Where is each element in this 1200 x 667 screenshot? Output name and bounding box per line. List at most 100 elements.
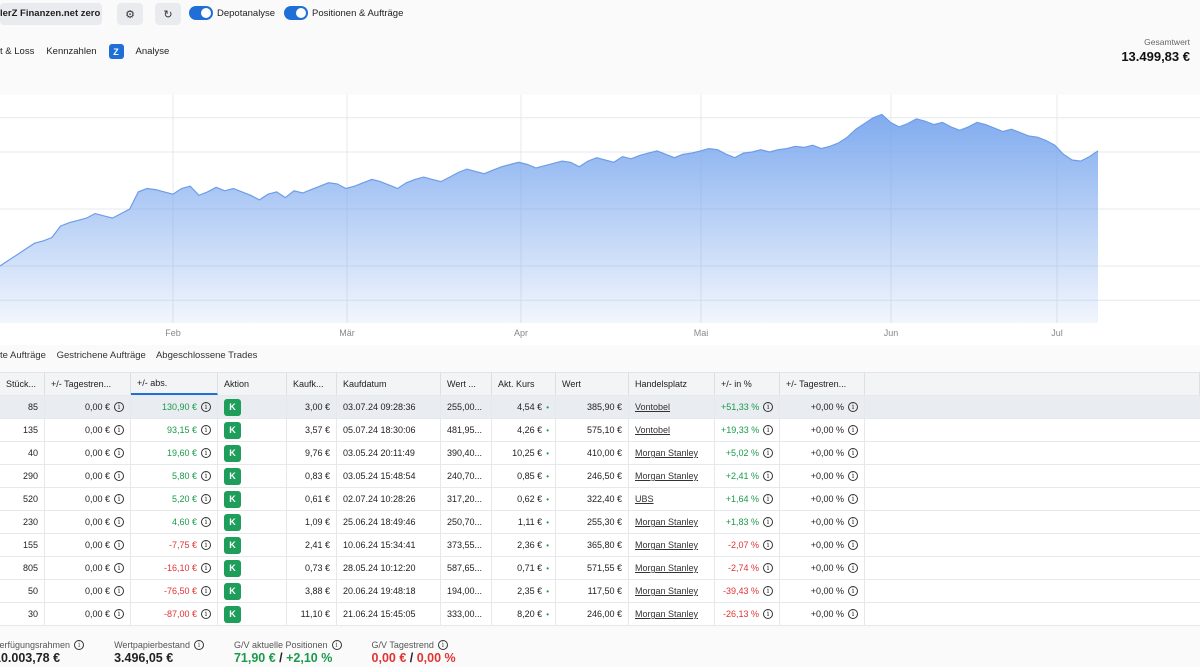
kaufen-button[interactable]: K xyxy=(224,559,241,577)
info-icon[interactable]: i xyxy=(201,425,211,435)
col-stueck[interactable]: Stück... xyxy=(0,373,45,395)
info-icon[interactable]: i xyxy=(114,402,124,412)
info-icon[interactable]: i xyxy=(201,540,211,550)
info-icon[interactable]: i xyxy=(848,540,858,550)
table-row[interactable]: 135 0,00 € i 93,15 € i K 3,57 € 05.07.24 18:30:… xyxy=(0,419,1200,442)
info-icon[interactable]: i xyxy=(437,640,448,650)
kaufkurs-value: 0,61 € xyxy=(304,494,330,504)
tab-kennzahlen[interactable]: Kennzahlen xyxy=(46,46,96,57)
col-abs[interactable]: +/- abs. xyxy=(131,373,218,395)
col-handelsplatz[interactable]: Handelsplatz xyxy=(629,373,715,395)
info-icon[interactable]: i xyxy=(114,563,124,573)
info-icon[interactable]: i xyxy=(114,494,124,504)
table-row[interactable]: 30 0,00 € i -87,00 € i K 11,10 € 21.06.24 15:45… xyxy=(0,603,1200,626)
info-icon[interactable]: i xyxy=(763,402,773,412)
info-icon[interactable]: i xyxy=(763,563,773,573)
info-icon[interactable]: i xyxy=(848,402,858,412)
col-kaufdatum[interactable]: Kaufdatum xyxy=(337,373,441,395)
kaufen-button[interactable]: K xyxy=(224,605,241,623)
table-row[interactable]: 50 0,00 € i -76,50 € i K 3,88 € 20.06.24 19:48:… xyxy=(0,580,1200,603)
handelsplatz-link[interactable]: Morgan Stanley xyxy=(635,471,698,481)
pct-value: +1,64 % xyxy=(725,494,759,504)
tab-gestrichene-auftraege[interactable]: Gestrichene Aufträge xyxy=(57,350,146,361)
tab-abgeschlossene-trades[interactable]: Abgeschlossene Trades xyxy=(156,350,257,361)
table-row[interactable]: 155 0,00 € i -7,75 € i K 2,41 € 10.06.24 15:34:… xyxy=(0,534,1200,557)
info-icon[interactable]: i xyxy=(848,563,858,573)
info-icon[interactable]: i xyxy=(201,517,211,527)
account-selector-button[interactable]: lerZ Finanzen.net zero xyxy=(0,3,102,25)
info-icon[interactable]: i xyxy=(763,425,773,435)
table-row[interactable]: 520 0,00 € i 5,20 € i K 0,61 € 02.07.24 10:28:2… xyxy=(0,488,1200,511)
live-dot-icon: • xyxy=(546,471,549,481)
table-row[interactable]: 805 0,00 € i -16,10 € i K 0,73 € 28.05.24 10:12… xyxy=(0,557,1200,580)
handelsplatz-link[interactable]: Morgan Stanley xyxy=(635,448,698,458)
info-icon[interactable]: i xyxy=(848,448,858,458)
kaufen-button[interactable]: K xyxy=(224,513,241,531)
settings-button[interactable]: ⚙ xyxy=(117,3,143,25)
info-icon[interactable]: i xyxy=(201,609,211,619)
kaufen-button[interactable]: K xyxy=(224,398,241,416)
col-aktion[interactable]: Aktion xyxy=(218,373,287,395)
depotanalyse-toggle[interactable] xyxy=(189,6,213,20)
info-icon[interactable]: i xyxy=(763,540,773,550)
col-kaufwert[interactable]: Wert ... xyxy=(441,373,492,395)
tab-offene-auftraege[interactable]: te Aufträge xyxy=(0,350,46,361)
info-icon[interactable]: i xyxy=(114,471,124,481)
col-pct[interactable]: +/- in % xyxy=(715,373,780,395)
kaufen-button[interactable]: K xyxy=(224,467,241,485)
info-icon[interactable]: i xyxy=(201,448,211,458)
info-icon[interactable]: i xyxy=(201,586,211,596)
info-icon[interactable]: i xyxy=(193,640,204,650)
info-icon[interactable]: i xyxy=(201,402,211,412)
info-icon[interactable]: i xyxy=(201,471,211,481)
info-icon[interactable]: i xyxy=(848,494,858,504)
table-row[interactable]: 290 0,00 € i 5,80 € i K 0,83 € 03.05.24 15:48:5… xyxy=(0,465,1200,488)
info-icon[interactable]: i xyxy=(848,425,858,435)
info-icon[interactable]: i xyxy=(763,609,773,619)
info-icon[interactable]: i xyxy=(114,448,124,458)
info-icon[interactable]: i xyxy=(114,586,124,596)
info-icon[interactable]: i xyxy=(114,517,124,527)
info-icon[interactable]: i xyxy=(848,471,858,481)
info-icon[interactable]: i xyxy=(848,517,858,527)
handelsplatz-link[interactable]: Morgan Stanley xyxy=(635,563,698,573)
tab-analyse[interactable]: Analyse xyxy=(136,46,170,57)
info-icon[interactable]: i xyxy=(114,425,124,435)
info-icon[interactable]: i xyxy=(201,563,211,573)
info-icon[interactable]: i xyxy=(763,586,773,596)
handelsplatz-link[interactable]: UBS xyxy=(635,494,654,504)
info-icon[interactable]: i xyxy=(114,540,124,550)
info-icon[interactable]: i xyxy=(763,517,773,527)
kaufen-button[interactable]: K xyxy=(224,536,241,554)
kaufen-button[interactable]: K xyxy=(224,490,241,508)
info-icon[interactable]: i xyxy=(763,494,773,504)
kaufen-button[interactable]: K xyxy=(224,421,241,439)
handelsplatz-link[interactable]: Vontobel xyxy=(635,425,670,435)
col-tagestrend-pct[interactable]: +/- Tagestren... xyxy=(780,373,865,395)
handelsplatz-link[interactable]: Morgan Stanley xyxy=(635,540,698,550)
info-icon[interactable]: i xyxy=(848,609,858,619)
col-kaufkurs[interactable]: Kaufk... xyxy=(287,373,337,395)
info-icon[interactable]: i xyxy=(201,494,211,504)
handelsplatz-link[interactable]: Morgan Stanley xyxy=(635,586,698,596)
info-icon[interactable]: i xyxy=(763,471,773,481)
tab-profit-loss[interactable]: t & Loss xyxy=(0,46,34,57)
refresh-button[interactable]: ↻ xyxy=(155,3,181,25)
positionen-toggle[interactable] xyxy=(284,6,308,20)
info-icon[interactable]: i xyxy=(848,586,858,596)
handelsplatz-link[interactable]: Morgan Stanley xyxy=(635,517,698,527)
table-row[interactable]: 40 0,00 € i 19,60 € i K 9,76 € 03.05.24 20:11:4… xyxy=(0,442,1200,465)
info-icon[interactable]: i xyxy=(331,640,342,650)
table-row[interactable]: 230 0,00 € i 4,60 € i K 1,09 € 25.06.24 18:49:4… xyxy=(0,511,1200,534)
info-icon[interactable]: i xyxy=(763,448,773,458)
col-akt-kurs[interactable]: Akt. Kurs xyxy=(492,373,556,395)
handelsplatz-link[interactable]: Vontobel xyxy=(635,402,670,412)
col-tagestrend-abs[interactable]: +/- Tagestren... xyxy=(45,373,131,395)
handelsplatz-link[interactable]: Morgan Stanley xyxy=(635,609,698,619)
info-icon[interactable]: i xyxy=(114,609,124,619)
table-row[interactable]: 85 0,00 € i 130,90 € i K 3,00 € 03.07.24 09:28:… xyxy=(0,396,1200,419)
kaufen-button[interactable]: K xyxy=(224,582,241,600)
info-icon[interactable]: i xyxy=(74,640,85,650)
col-wert[interactable]: Wert xyxy=(556,373,629,395)
kaufen-button[interactable]: K xyxy=(224,444,241,462)
